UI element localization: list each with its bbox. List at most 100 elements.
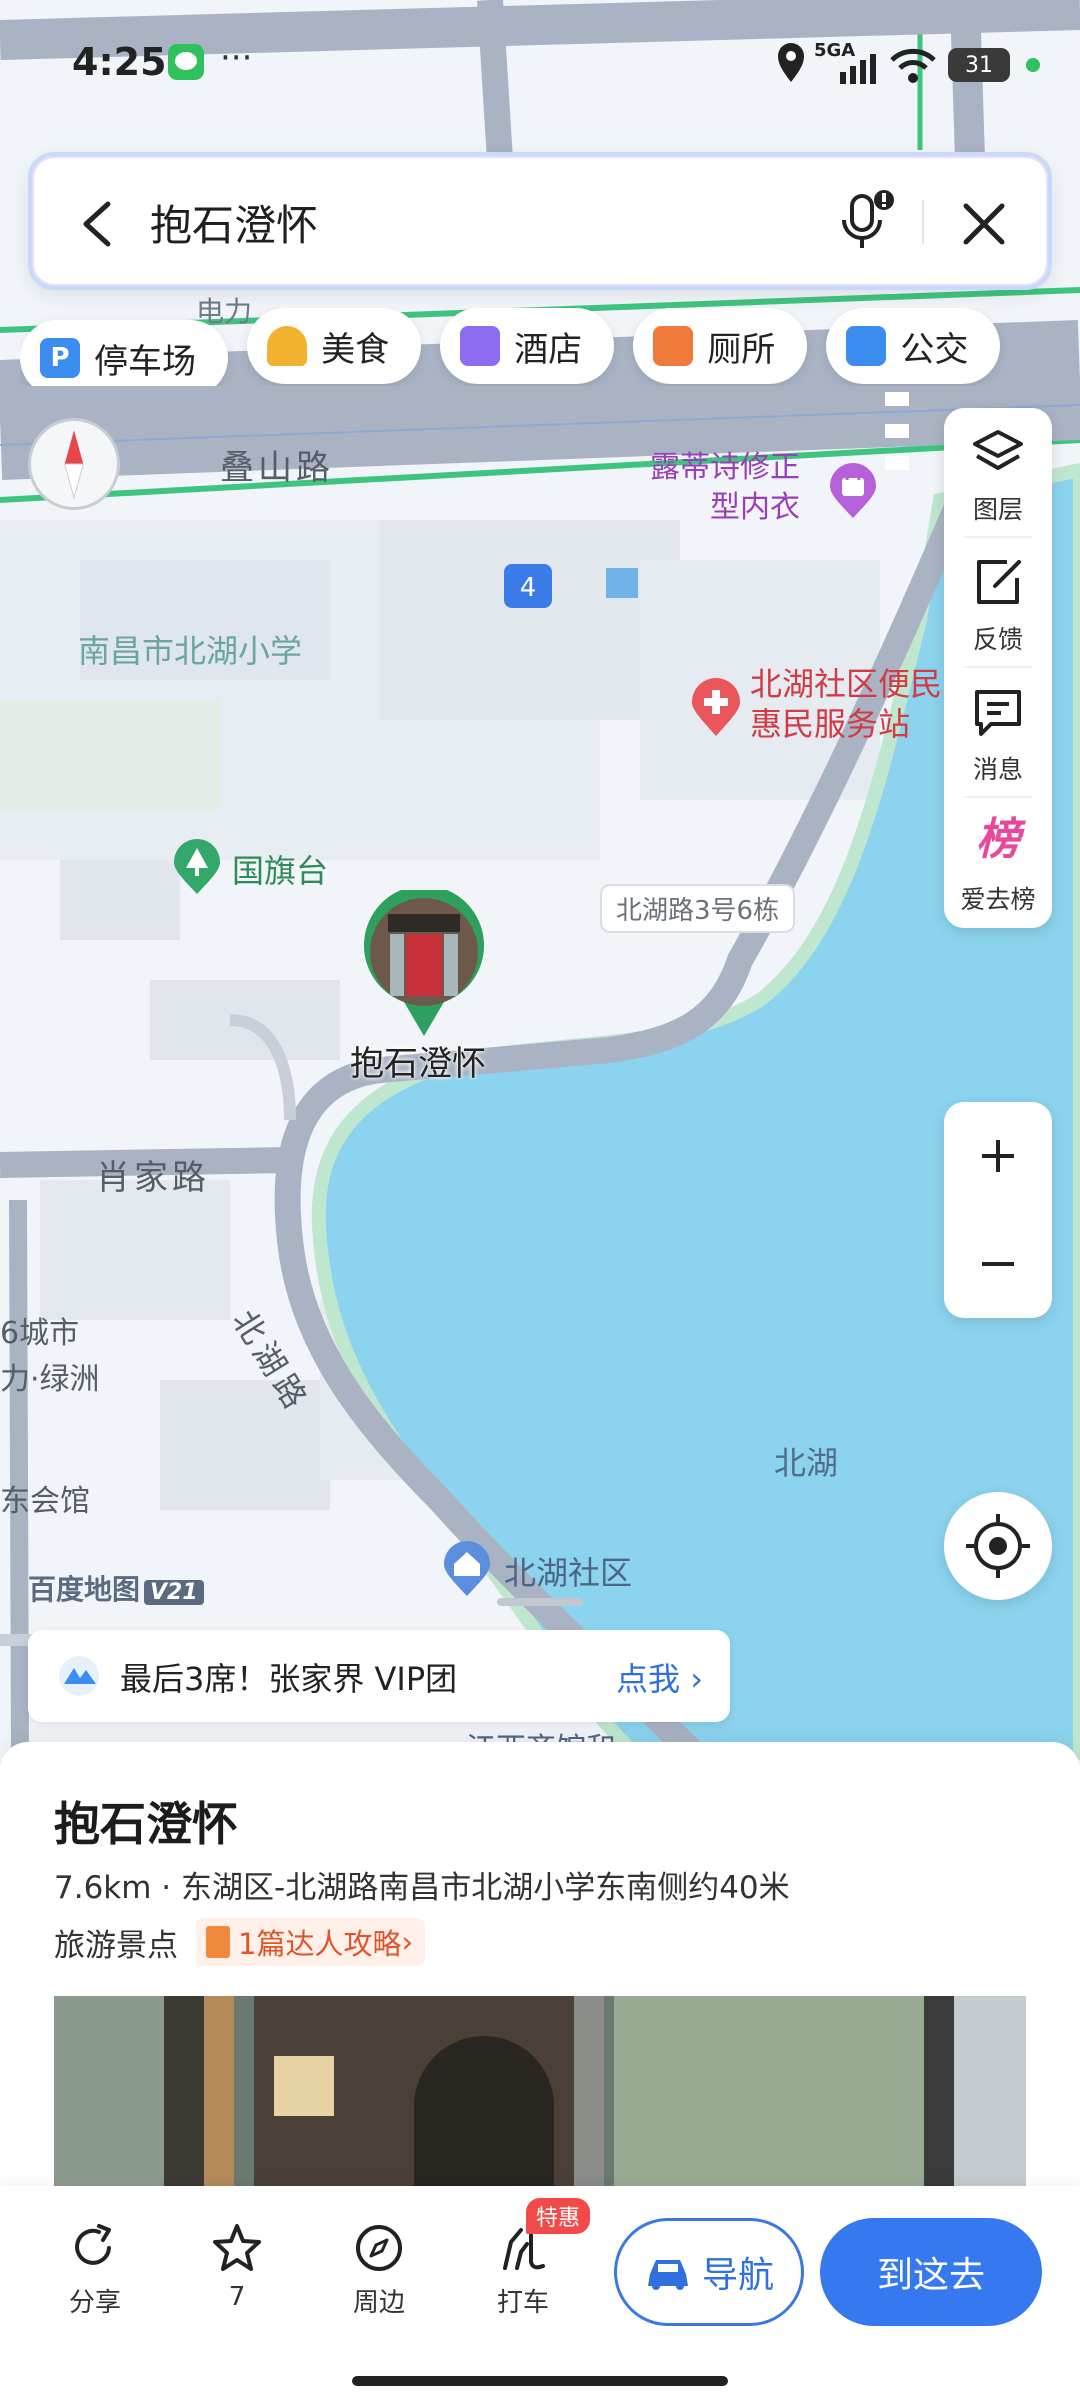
guide-tag-label: 1篇达人攻略	[238, 1927, 402, 1961]
feedback-icon	[977, 560, 1021, 604]
place-title: 抱石澄怀	[54, 1797, 238, 1851]
poi-clinic[interactable]: 北湖社区便民 惠民服务站	[750, 664, 942, 744]
chevron-right-icon: ›	[690, 1660, 703, 1698]
battery-icon: 31	[948, 48, 1010, 82]
back-icon[interactable]	[68, 194, 128, 254]
poi-clinic-line2: 惠民服务站	[750, 705, 911, 743]
place-photo[interactable]	[54, 1996, 1026, 2196]
promo-link-label: 点我	[616, 1660, 681, 1698]
zoom-out-button[interactable]	[944, 1210, 1052, 1318]
watermark-version: V21	[144, 1580, 204, 1605]
plus-icon	[982, 1140, 1014, 1172]
ranking-button[interactable]: 榜 爱去榜	[944, 798, 1052, 928]
search-query[interactable]: 抱石澄怀	[150, 192, 318, 253]
poi-shop[interactable]: 露蒂诗修正 型内衣	[650, 448, 800, 528]
poi-community[interactable]: 北湖社区	[504, 1548, 632, 1594]
status-more: ···	[220, 38, 253, 78]
navigate-button[interactable]: 导航	[614, 2218, 804, 2326]
chip-label: 厕所	[707, 329, 776, 370]
food-icon	[267, 326, 308, 366]
watermark-text: 百度地图	[28, 1573, 141, 1606]
route-badge: 4	[520, 573, 537, 603]
layers-label: 图层	[972, 495, 1023, 524]
map-tools-panel: 图层 反馈 消息 榜 爱去榜	[944, 408, 1052, 928]
locate-me-icon[interactable]	[944, 1492, 1052, 1600]
wifi-icon	[890, 48, 936, 83]
nearby-label: 周边	[352, 2288, 405, 2318]
zoom-controls	[944, 1102, 1052, 1318]
ranking-icon: 榜	[976, 814, 1020, 865]
go-here-label: 到这去	[876, 2255, 985, 2296]
message-app-icon	[168, 44, 204, 80]
promo-text: 最后3席！张家界 VIP团	[120, 1660, 458, 1698]
home-indicator[interactable]	[352, 2376, 728, 2386]
poi-flag[interactable]: 国旗台	[232, 846, 328, 892]
share-button[interactable]: 分享	[40, 2222, 150, 2319]
minus-icon	[982, 1262, 1014, 1266]
car-icon	[647, 2260, 688, 2290]
chip-toilet[interactable]: 厕所	[633, 308, 808, 384]
chip-label: 停车场	[94, 341, 196, 382]
shopping-bag-icon[interactable]	[828, 462, 878, 520]
guide-tag[interactable]: 1篇达人攻略 ›	[196, 1918, 426, 1966]
category-chips: P 停车场 美食 酒店 厕所 公交	[20, 308, 1080, 386]
chip-label: 酒店	[514, 329, 583, 370]
taxi-deal-badge: 特惠	[526, 2198, 591, 2234]
poi-school[interactable]: 南昌市北湖小学	[78, 626, 302, 672]
close-icon[interactable]	[954, 194, 1014, 254]
promo-banner[interactable]: 最后3席！张家界 VIP团 点我 ›	[28, 1630, 730, 1722]
favorite-count: 7	[228, 2282, 246, 2312]
chip-hotel[interactable]: 酒店	[440, 308, 615, 384]
tour-group-icon	[59, 1656, 99, 1696]
book-icon	[206, 1926, 230, 1958]
battery-level: 31	[965, 52, 993, 78]
zoom-in-button[interactable]	[944, 1102, 1052, 1210]
go-here-button[interactable]: 到这去	[820, 2218, 1042, 2326]
poi-left-3: 东会馆	[0, 1484, 90, 1519]
feedback-label: 反馈	[972, 625, 1023, 654]
selected-place-marker[interactable]	[360, 890, 488, 1040]
feedback-button[interactable]: 反馈	[944, 538, 1052, 668]
poi-clinic-line1: 北湖社区便民	[750, 665, 943, 703]
messages-button[interactable]: 消息	[944, 668, 1052, 798]
voice-search-icon[interactable]	[832, 186, 902, 256]
lake-label: 北湖	[774, 1444, 839, 1482]
compass-icon[interactable]	[28, 418, 120, 510]
road-label-xiaojia: 肖家路	[96, 1158, 210, 1198]
location-icon	[778, 43, 804, 82]
taxi-button[interactable]: 打车	[468, 2222, 578, 2319]
search-divider	[922, 200, 924, 244]
share-icon	[75, 2224, 111, 2265]
poi-left-1: 6城市	[0, 1316, 80, 1351]
favorite-button[interactable]: 7	[182, 2222, 292, 2312]
status-bar: 4:25 ··· 5GA 31	[0, 0, 1080, 130]
chip-label: 美食	[321, 329, 390, 370]
poi-shop-line1: 露蒂诗修正	[650, 450, 800, 485]
poi-shop-line2: 型内衣	[710, 490, 800, 525]
nearby-button[interactable]: 周边	[324, 2222, 434, 2319]
compass-nearby-icon	[356, 2225, 402, 2271]
chip-label: 公交	[900, 329, 969, 370]
tree-icon[interactable]	[172, 838, 222, 896]
address-chip: 北湖路3号6栋	[600, 884, 796, 933]
message-icon	[975, 690, 1021, 736]
chevron-right-icon: ›	[401, 1925, 414, 1959]
promo-link[interactable]: 点我 ›	[616, 1654, 703, 1700]
messages-label: 消息	[972, 755, 1023, 784]
marker-label: 抱石澄怀	[350, 1044, 486, 1084]
bus-icon	[846, 326, 887, 366]
layers-button[interactable]: 图层	[944, 408, 1052, 538]
status-time: 4:25	[72, 40, 167, 84]
community-icon[interactable]	[442, 1540, 492, 1598]
hotel-icon	[460, 326, 501, 366]
search-bar[interactable]: 抱石澄怀	[28, 152, 1052, 290]
hospital-icon[interactable]	[690, 678, 742, 738]
chip-bus[interactable]: 公交	[826, 308, 1001, 384]
layers-icon	[973, 430, 1023, 470]
chip-parking[interactable]: P 停车场	[20, 320, 228, 386]
star-icon	[213, 2224, 261, 2271]
taxi-label: 打车	[496, 2288, 549, 2318]
sheet-drag-handle[interactable]	[497, 1598, 583, 1606]
bottom-action-bar: 分享 7 周边 打车 特惠 导航 到这去	[0, 2186, 1080, 2403]
chip-food[interactable]: 美食	[247, 308, 422, 384]
